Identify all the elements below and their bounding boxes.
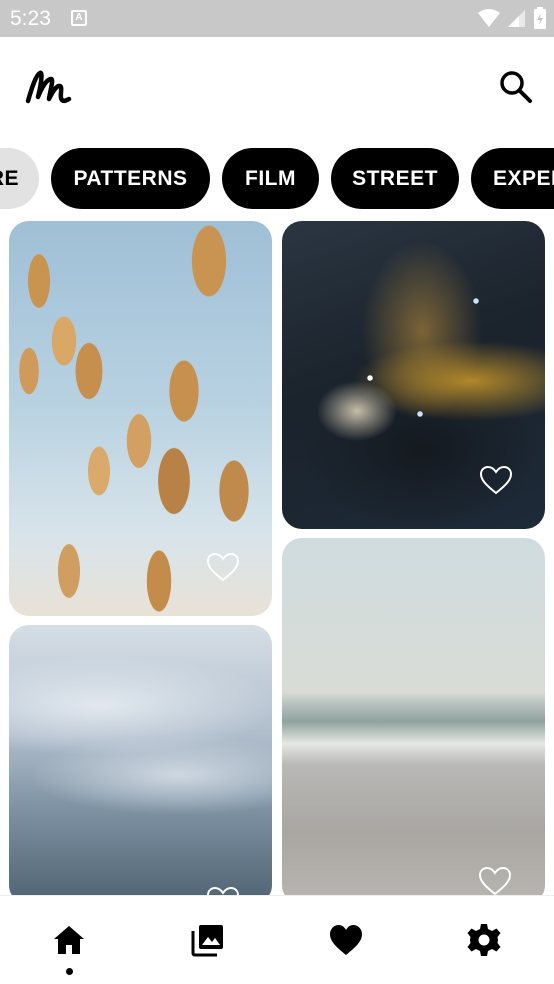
chip-street[interactable]: STREET bbox=[331, 148, 459, 209]
chip-partial[interactable]: RE bbox=[0, 148, 39, 209]
bottom-navigation bbox=[0, 895, 554, 984]
photo-card[interactable] bbox=[9, 625, 272, 905]
battery-icon bbox=[534, 7, 546, 29]
a-icon: A bbox=[71, 10, 87, 26]
home-icon[interactable] bbox=[51, 922, 87, 958]
category-chips: RE PATTERNS FILM STREET EXPERIMENTAL bbox=[0, 148, 554, 210]
cell-signal-icon bbox=[508, 10, 525, 27]
chip-experimental[interactable]: EXPERIMENTAL bbox=[471, 148, 554, 209]
app-bar bbox=[0, 37, 554, 145]
heart-outline-icon[interactable] bbox=[477, 865, 513, 897]
brand-logo-icon[interactable] bbox=[22, 67, 72, 109]
chip-patterns[interactable]: PATTERNS bbox=[51, 148, 210, 209]
selected-indicator bbox=[66, 968, 73, 975]
heart-filled-icon[interactable] bbox=[328, 922, 364, 958]
gallery-icon[interactable] bbox=[190, 922, 226, 958]
wifi-icon bbox=[478, 9, 500, 27]
heart-outline-icon[interactable] bbox=[205, 551, 241, 583]
settings-gear-icon[interactable] bbox=[466, 922, 502, 958]
status-time: 5:23 bbox=[10, 7, 51, 30]
status-bar: 5:23 A bbox=[0, 0, 554, 37]
photo-card[interactable] bbox=[282, 221, 545, 529]
system-icons bbox=[478, 6, 546, 30]
heart-outline-icon[interactable] bbox=[478, 464, 514, 496]
photo-card[interactable] bbox=[282, 538, 545, 905]
chip-film[interactable]: FILM bbox=[222, 148, 319, 209]
search-icon[interactable] bbox=[496, 67, 536, 107]
photo-card[interactable] bbox=[9, 221, 272, 616]
